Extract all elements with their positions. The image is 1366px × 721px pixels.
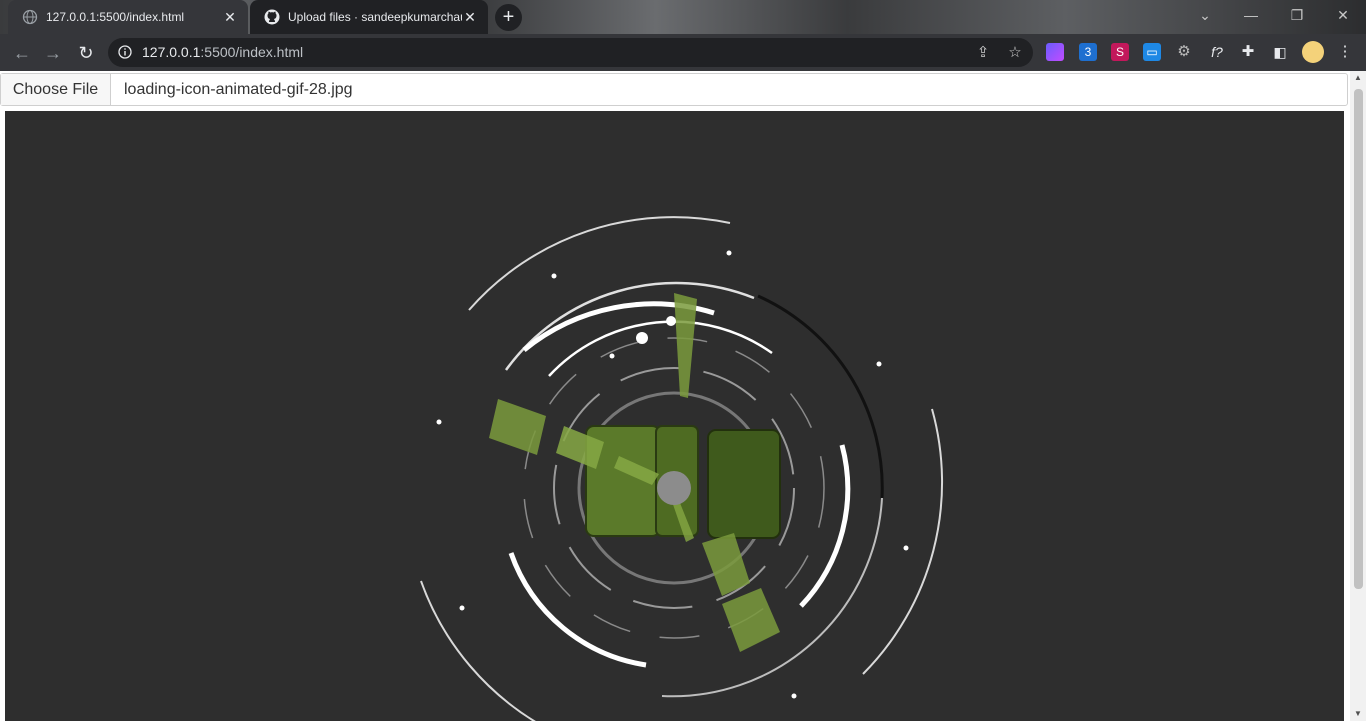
close-tab-icon[interactable]: ✕ (222, 9, 238, 25)
restore-icon[interactable]: ❐ (1274, 0, 1320, 30)
extension-1-icon[interactable] (1046, 43, 1064, 61)
extension-5-icon[interactable]: ⚙ (1175, 43, 1193, 61)
puzzle-icon[interactable]: ✚ (1239, 43, 1257, 61)
info-icon[interactable] (118, 45, 132, 59)
back-icon[interactable]: ← (9, 40, 35, 66)
selected-file-name: loading-icon-animated-gif-28.jpg (124, 81, 353, 98)
forward-icon[interactable]: → (40, 40, 66, 66)
formula-icon[interactable]: f? (1206, 43, 1228, 61)
url-text: 127.0.0.1:5500/index.html (142, 44, 304, 60)
css-extension-icon[interactable]: 3 (1079, 43, 1097, 61)
tab-github-upload[interactable]: Upload files · sandeepkumarchau ✕ (250, 0, 488, 34)
reload-icon[interactable]: ↻ (73, 40, 99, 66)
address-bar[interactable]: 127.0.0.1:5500/index.html ⇪ ☆ (108, 38, 1033, 67)
close-window-icon[interactable]: ✕ (1320, 0, 1366, 30)
tab-strip: 127.0.0.1:5500/index.html ✕ Upload files… (0, 0, 1366, 34)
tab-active[interactable]: 127.0.0.1:5500/index.html ✕ (8, 0, 248, 34)
browser-toolbar: ← → ↻ 127.0.0.1:5500/index.html ⇪ ☆ 3 S … (0, 34, 1366, 71)
share-icon[interactable]: ⇪ (974, 44, 992, 62)
profile-avatar[interactable] (1302, 41, 1324, 63)
menu-icon[interactable]: ⋮ (1336, 43, 1354, 61)
choose-file-button[interactable]: Choose File (1, 74, 111, 105)
globe-icon (22, 9, 38, 25)
extension-3-icon[interactable]: S (1111, 43, 1129, 61)
extension-4-icon[interactable]: ▭ (1143, 43, 1161, 61)
tab-search-icon[interactable]: ⌄ (1182, 0, 1228, 30)
image-preview (5, 111, 1344, 721)
sidepanel-icon[interactable]: ◧ (1271, 43, 1289, 61)
tab-title: Upload files · sandeepkumarchau (288, 10, 462, 24)
close-tab-icon[interactable]: ✕ (462, 9, 478, 25)
page-scrollbar[interactable]: ▲ ▼ (1350, 71, 1366, 721)
minimize-icon[interactable]: — (1228, 0, 1274, 30)
scrollbar-thumb[interactable] (1354, 89, 1363, 589)
new-tab-button[interactable]: + (495, 4, 522, 31)
tab-title: 127.0.0.1:5500/index.html (46, 10, 185, 24)
page-content: Choose File loading-icon-animated-gif-28… (0, 71, 1350, 721)
scroll-up-icon[interactable]: ▲ (1350, 71, 1366, 85)
scroll-down-icon[interactable]: ▼ (1350, 707, 1366, 721)
github-icon (264, 9, 280, 25)
file-input[interactable]: Choose File loading-icon-animated-gif-28… (0, 73, 1348, 106)
loading-graphic (420, 216, 943, 721)
bookmark-star-icon[interactable]: ☆ (1006, 44, 1024, 62)
